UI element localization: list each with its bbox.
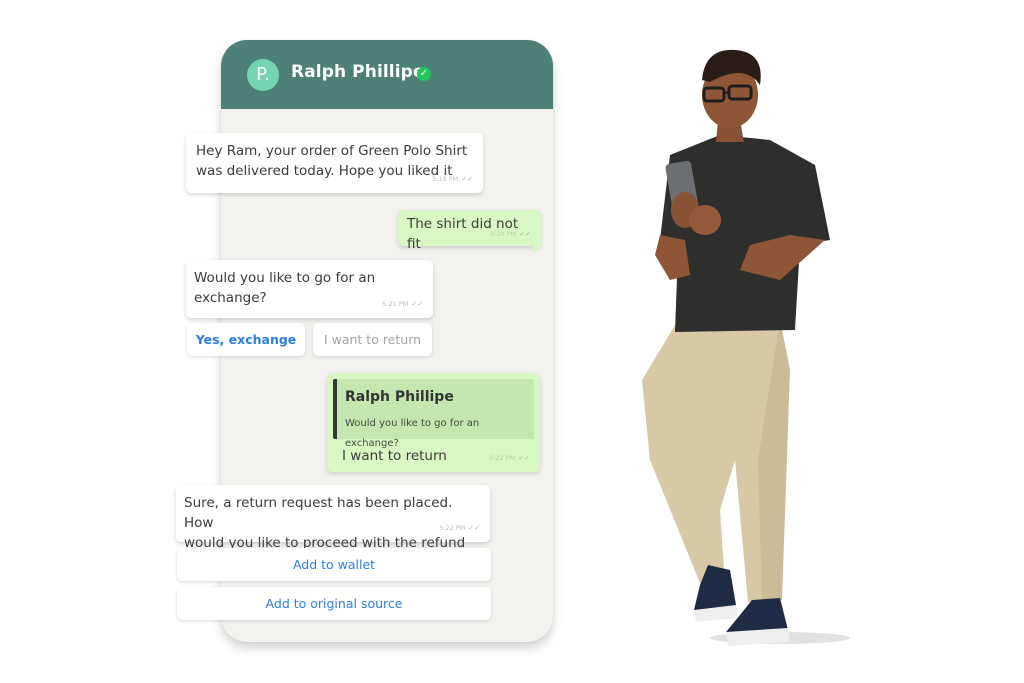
message-time: 5:19 PM bbox=[432, 175, 459, 183]
quick-reply-yes-exchange[interactable]: Yes, exchange bbox=[187, 323, 305, 356]
person-illustration bbox=[642, 49, 850, 646]
read-receipt-icon: ✓✓ bbox=[518, 454, 530, 462]
message-text-line: Sure, a return request has been placed. … bbox=[184, 495, 453, 531]
chat-header: P. Ralph Phillipe ✓ bbox=[221, 40, 553, 109]
message-meta: 5:22 PM ✓✓ bbox=[489, 448, 530, 468]
message-text-line: Would you like to go for an bbox=[194, 270, 376, 286]
message-text-line: Hey Ram, your order of Green Polo Shirt bbox=[196, 143, 468, 159]
message-outgoing-reply: Ralph Phillipe Would you like to go for … bbox=[327, 373, 540, 472]
message-meta: 5:19 PM ✓✓ bbox=[432, 169, 473, 189]
read-receipt-icon: ✓✓ bbox=[461, 175, 473, 183]
message-outgoing: The shirt did not fit 5:20 PM ✓✓ bbox=[398, 210, 541, 252]
message-incoming: Would you like to go for an exchange? 5:… bbox=[186, 260, 433, 318]
message-text: I want to return bbox=[342, 448, 447, 464]
add-to-wallet-button[interactable]: Add to wallet bbox=[177, 548, 491, 581]
message-incoming: Sure, a return request has been placed. … bbox=[176, 485, 490, 551]
bubble-tail bbox=[533, 246, 541, 254]
quoted-sender: Ralph Phillipe bbox=[345, 389, 454, 405]
quoted-message[interactable]: Ralph Phillipe Would you like to go for … bbox=[333, 379, 534, 449]
contact-name: Ralph Phillipe bbox=[291, 62, 425, 82]
quick-reply-want-to-return[interactable]: I want to return bbox=[313, 323, 432, 356]
hand bbox=[689, 205, 721, 235]
message-meta: 5:22 PM ✓✓ bbox=[439, 518, 480, 538]
read-receipt-icon: ✓✓ bbox=[468, 524, 480, 532]
message-meta: 5:21 PM ✓✓ bbox=[382, 294, 423, 314]
message-incoming: Hey Ram, your order of Green Polo Shirt … bbox=[186, 133, 483, 193]
add-to-original-source-button[interactable]: Add to original source bbox=[177, 587, 491, 620]
verified-badge-icon: ✓ bbox=[417, 67, 431, 81]
read-receipt-icon: ✓✓ bbox=[411, 300, 423, 308]
message-meta: 5:20 PM ✓✓ bbox=[490, 224, 531, 244]
message-time: 5:22 PM bbox=[489, 454, 516, 462]
arm-left bbox=[655, 235, 690, 280]
message-time: 5:21 PM bbox=[382, 300, 409, 308]
message-time: 5:22 PM bbox=[439, 524, 466, 532]
read-receipt-icon: ✓✓ bbox=[519, 230, 531, 238]
contact-avatar: P. bbox=[247, 59, 279, 91]
message-time: 5:20 PM bbox=[490, 230, 517, 238]
